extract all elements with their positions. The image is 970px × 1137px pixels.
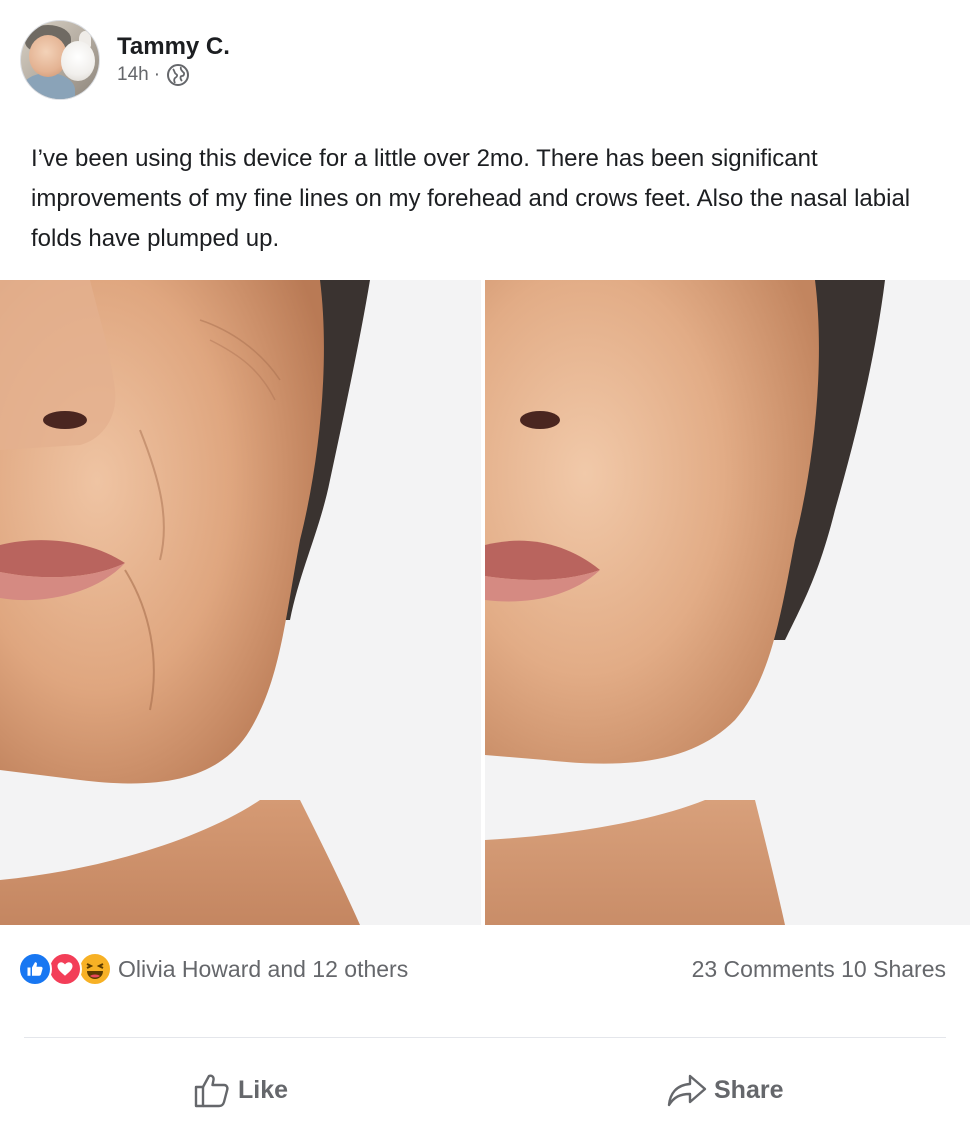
meta-separator: · (153, 64, 161, 85)
facebook-post: Tammy C. 14h · I’ve been using this devi… (0, 0, 970, 1137)
comments-count[interactable]: 23 Comments (692, 956, 835, 982)
engagement-counts: 23 Comments 10 Shares (692, 956, 946, 983)
post-stats: Olivia Howard and 12 others 23 Comments … (18, 950, 946, 988)
avatar-dog-shape (61, 41, 95, 81)
haha-reaction-icon (78, 952, 112, 986)
post-text: I’ve been using this device for a little… (31, 145, 911, 252)
shares-count[interactable]: 10 Shares (841, 956, 946, 982)
like-button[interactable]: Like (192, 1070, 288, 1110)
post-timestamp[interactable]: 14h (117, 64, 149, 86)
reactions-summary[interactable]: Olivia Howard and 12 others (18, 952, 408, 986)
post-time-row: 14h · (117, 63, 230, 87)
post-actions: Like Share (0, 1060, 970, 1124)
reactors-text[interactable]: Olivia Howard and 12 others (118, 956, 408, 983)
globe-icon[interactable] (166, 63, 190, 87)
share-arrow-icon (667, 1074, 707, 1107)
share-label: Share (714, 1075, 784, 1104)
after-face-illustration (485, 280, 970, 925)
post-header: Tammy C. 14h · (20, 20, 230, 100)
love-reaction-icon (48, 952, 82, 986)
before-face-illustration (0, 280, 481, 925)
post-meta: Tammy C. 14h · (117, 33, 230, 87)
after-photo[interactable] (485, 280, 970, 925)
like-label: Like (238, 1075, 289, 1104)
before-photo[interactable] (0, 280, 481, 925)
like-reaction-icon (18, 952, 52, 986)
author-avatar[interactable] (20, 20, 100, 100)
thumbs-up-icon (194, 1074, 229, 1108)
share-button[interactable]: Share (666, 1070, 783, 1110)
actions-divider (24, 1037, 946, 1038)
author-name[interactable]: Tammy C. (117, 33, 230, 61)
